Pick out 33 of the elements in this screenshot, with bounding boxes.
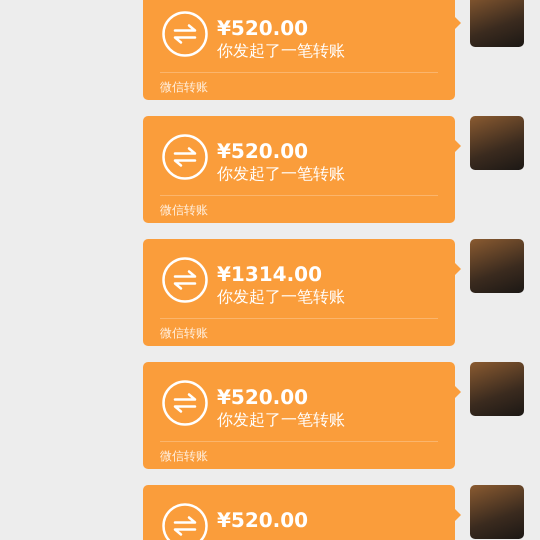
transfer-icon: [162, 257, 208, 303]
transfer-bubble[interactable]: ¥1314.00 你发起了一笔转账 微信转账: [143, 239, 455, 346]
transfer-note: 你发起了一笔转账: [217, 286, 345, 308]
transfer-amount: ¥520.00: [217, 16, 310, 40]
transfer-label: 微信转账: [159, 448, 208, 464]
transfer-bubble[interactable]: ¥520.00 你发起了一笔转账 微信转账: [143, 0, 455, 100]
bubble-tail: [455, 386, 461, 398]
transfer-amount: ¥520.00: [217, 385, 310, 409]
avatar-photo-placeholder[interactable]: [470, 239, 524, 293]
transfer-icon: [162, 11, 208, 57]
transfer-bubble[interactable]: ¥520.00 你发起了一笔转账 微信转账: [143, 116, 455, 223]
avatar-photo-placeholder[interactable]: [470, 485, 524, 539]
bubble-tail: [455, 509, 461, 521]
transfer-note: 你发起了一笔转账: [217, 409, 345, 431]
transfer-label: 微信转账: [159, 325, 208, 341]
transfer-amount: ¥520.00: [217, 139, 310, 163]
avatar-photo-placeholder[interactable]: [470, 362, 524, 416]
transfer-amount: ¥520.00: [217, 508, 308, 532]
transfer-note: 你发起了一笔转账: [217, 40, 345, 62]
avatar-photo-placeholder[interactable]: [470, 0, 524, 47]
transfer-label: 微信转账: [159, 79, 208, 95]
bubble-tail: [455, 263, 461, 275]
bubble-tail: [455, 17, 461, 29]
bubble-tail: [455, 140, 461, 152]
avatar-photo-placeholder[interactable]: [470, 116, 524, 170]
transfer-bubble[interactable]: ¥520.00: [143, 485, 455, 540]
transfer-icon: [162, 503, 208, 540]
transfer-icon: [162, 134, 208, 180]
transfer-icon: [162, 380, 208, 426]
transfer-note: 你发起了一笔转账: [217, 163, 345, 185]
transfer-label: 微信转账: [159, 202, 208, 218]
transfer-bubble[interactable]: ¥520.00 你发起了一笔转账 微信转账: [143, 362, 455, 469]
transfer-amount: ¥1314.00: [217, 262, 324, 286]
